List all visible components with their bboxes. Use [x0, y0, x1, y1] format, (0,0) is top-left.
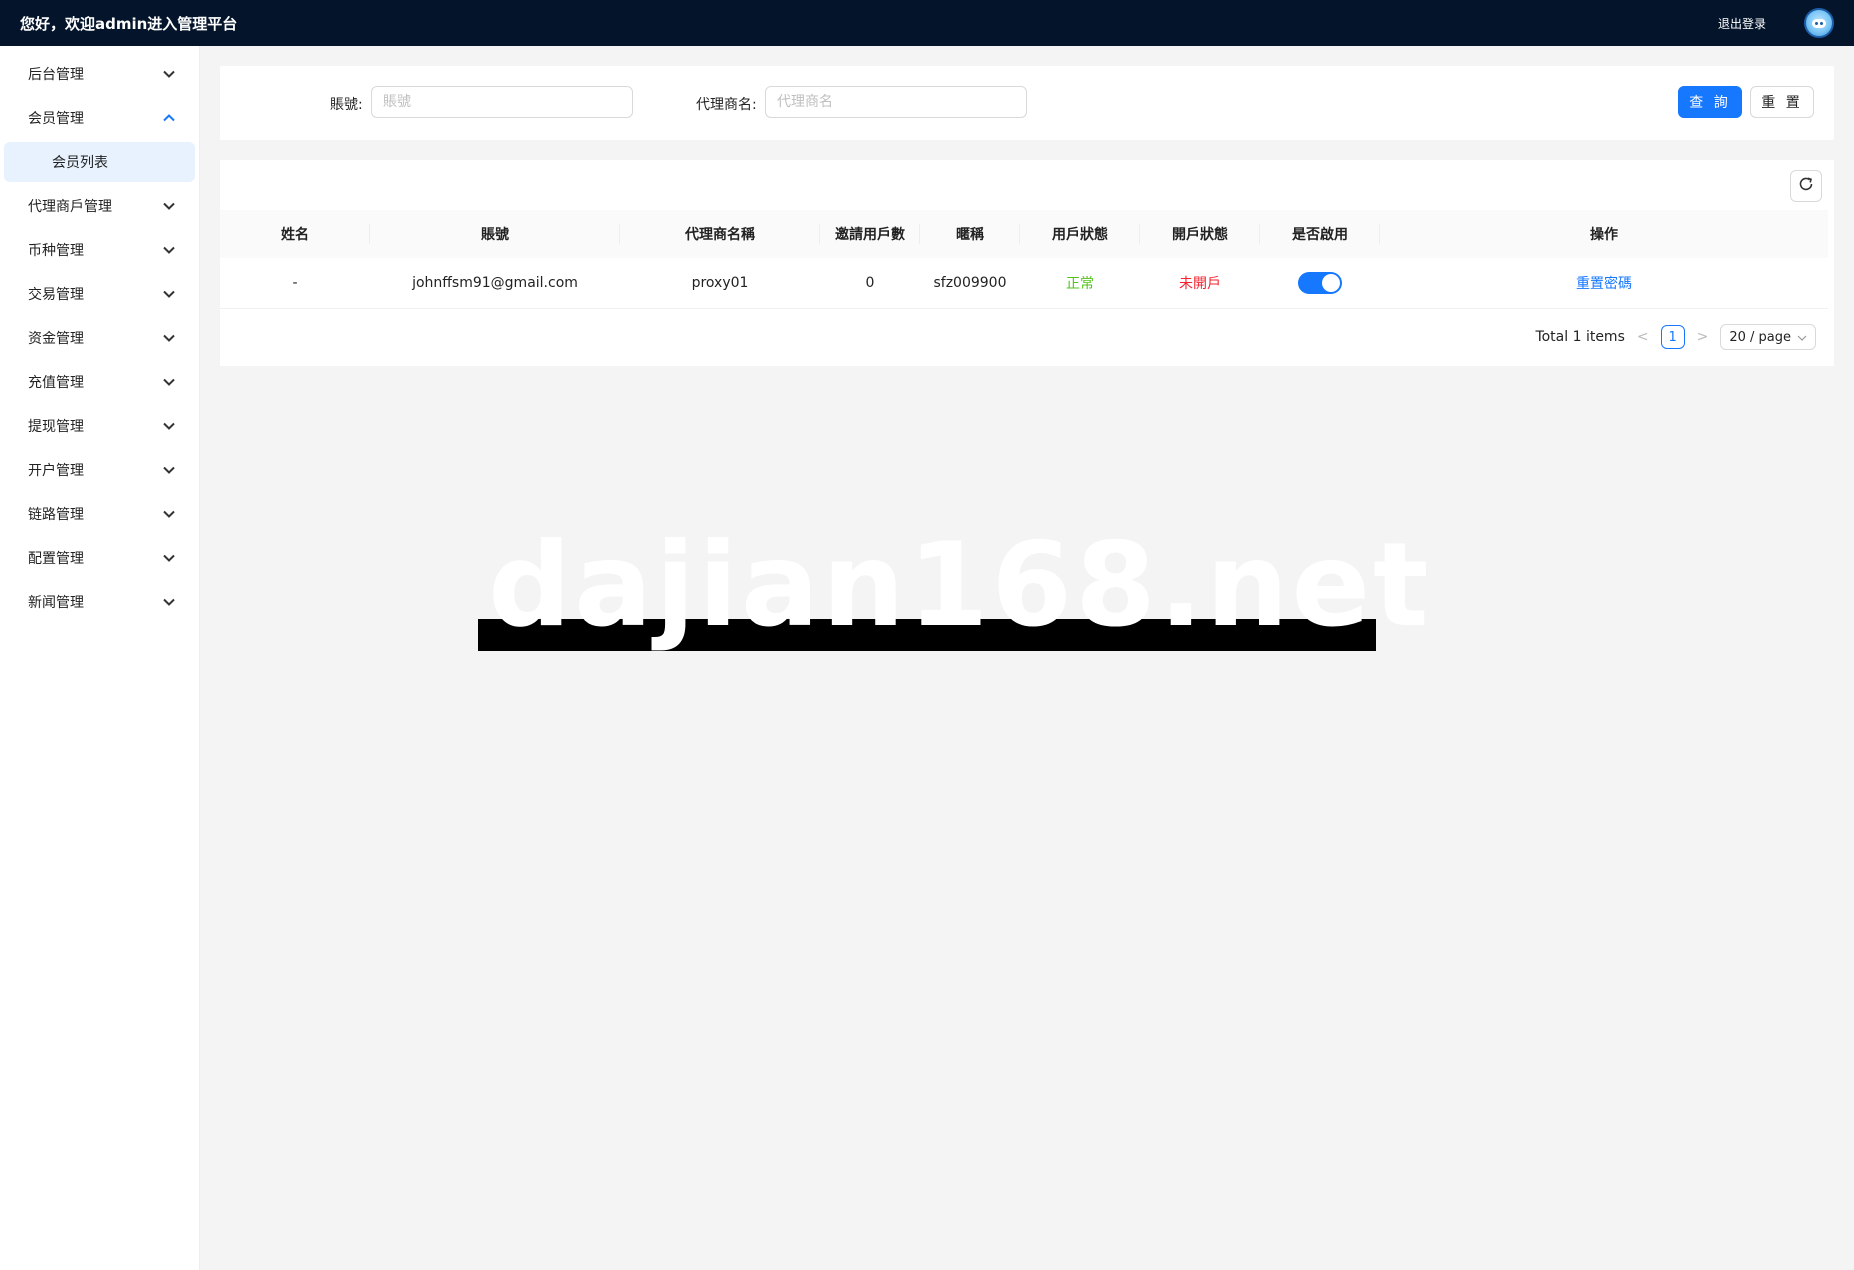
sidebar-item-label: 资金管理: [28, 331, 84, 347]
agent-name-label: 代理商名:: [696, 97, 757, 113]
chevron-down-icon: [163, 466, 175, 474]
sidebar-subitem-member-list[interactable]: 会员列表: [4, 142, 195, 182]
sidebar-item-label: 代理商戶管理: [28, 199, 112, 215]
query-button[interactable]: 查 詢: [1678, 86, 1742, 118]
sidebar-item-label: 后台管理: [28, 67, 84, 83]
watermark-text: dajian168.net: [488, 518, 1432, 653]
chevron-down-icon: [163, 70, 175, 78]
chevron-right-icon[interactable]: >: [1695, 329, 1711, 345]
chevron-down-icon: [163, 202, 175, 210]
sidebar-item-account-opening[interactable]: 开户管理: [0, 448, 199, 492]
welcome-text: 您好，欢迎admin进入管理平台: [20, 14, 238, 33]
sidebar-item-label: 会员管理: [28, 111, 84, 127]
sidebar-item-label: 新闻管理: [28, 595, 84, 611]
page-size-value: 20 / page: [1729, 329, 1791, 345]
chevron-down-icon: [163, 554, 175, 562]
reset-button[interactable]: 重 置: [1750, 86, 1814, 118]
member-table-panel: 姓名 賬號 代理商名稱 邀請用戶數 暱稱 用戶狀態 開戶狀態 是否啟用 操作 -…: [220, 160, 1834, 366]
chevron-down-icon: [163, 290, 175, 298]
cell-nickname: sfz009900: [933, 274, 1007, 291]
cell-agent: proxy01: [691, 274, 749, 291]
refresh-icon: [1798, 176, 1814, 196]
account-input[interactable]: [371, 86, 633, 118]
sidebar-item-label: 提现管理: [28, 419, 84, 435]
top-bar: 您好，欢迎admin进入管理平台 退出登录: [0, 0, 1854, 46]
sidebar-item-withdraw[interactable]: 提现管理: [0, 404, 199, 448]
sidebar-item-currency[interactable]: 币种管理: [0, 228, 199, 272]
column-header-name: 姓名: [220, 210, 370, 258]
cell-invited: 0: [865, 274, 875, 291]
chevron-down-icon: [163, 598, 175, 606]
sidebar-item-trading[interactable]: 交易管理: [0, 272, 199, 316]
sidebar: 后台管理 会员管理 会员列表 代理商戶管理 币种管理 交易管理 资金管理 充值管…: [0, 46, 200, 1270]
column-header-actions: 操作: [1590, 227, 1618, 243]
pagination-total: Total 1 items: [1535, 329, 1625, 345]
sidebar-item-recharge[interactable]: 充值管理: [0, 360, 199, 404]
sidebar-item-label: 充值管理: [28, 375, 84, 391]
chevron-down-icon: [1797, 330, 1807, 345]
cell-account: johnffsm91@gmail.com: [412, 274, 578, 291]
page-size-select[interactable]: 20 / page: [1720, 324, 1816, 350]
sidebar-item-members[interactable]: 会员管理: [0, 96, 199, 140]
top-bar-right: 退出登录: [1718, 8, 1834, 38]
column-header-user-status: 用戶狀態: [1020, 210, 1140, 258]
chevron-down-icon: [163, 378, 175, 386]
sidebar-item-backend[interactable]: 后台管理: [0, 52, 199, 96]
sidebar-item-label: 开户管理: [28, 463, 84, 479]
chevron-down-icon: [163, 246, 175, 254]
column-header-account: 賬號: [370, 210, 620, 258]
pagination: Total 1 items < 1 > 20 / page: [1535, 324, 1816, 350]
sidebar-item-config[interactable]: 配置管理: [0, 536, 199, 580]
column-header-enabled: 是否啟用: [1260, 210, 1380, 258]
chevron-left-icon[interactable]: <: [1635, 329, 1651, 345]
reset-password-link[interactable]: 重置密碼: [1576, 276, 1632, 292]
chevron-down-icon: [163, 510, 175, 518]
sidebar-item-news[interactable]: 新闻管理: [0, 580, 199, 624]
enabled-toggle[interactable]: [1298, 271, 1342, 294]
sidebar-item-label: 配置管理: [28, 551, 84, 567]
column-header-invited-users: 邀請用戶數: [820, 210, 920, 258]
robot-avatar-icon[interactable]: [1804, 8, 1834, 38]
chevron-up-icon: [163, 114, 175, 122]
table-row: - johnffsm91@gmail.com proxy01 0 sfz0099…: [220, 258, 1828, 308]
member-table: 姓名 賬號 代理商名稱 邀請用戶數 暱稱 用戶狀態 開戶狀態 是否啟用 操作 -…: [220, 210, 1828, 309]
agent-name-input[interactable]: [765, 86, 1027, 118]
column-header-agent-name: 代理商名稱: [620, 210, 820, 258]
sidebar-item-funds[interactable]: 资金管理: [0, 316, 199, 360]
table-header-row: 姓名 賬號 代理商名稱 邀請用戶數 暱稱 用戶狀態 開戶狀態 是否啟用 操作: [220, 210, 1828, 258]
sidebar-item-agent-merchants[interactable]: 代理商戶管理: [0, 184, 199, 228]
column-header-nickname: 暱稱: [920, 210, 1020, 258]
cell-enabled: [1260, 258, 1380, 308]
account-label: 賬號:: [330, 97, 363, 113]
sidebar-item-chain[interactable]: 链路管理: [0, 492, 199, 536]
chevron-down-icon: [163, 334, 175, 342]
chevron-down-icon: [163, 422, 175, 430]
pagination-page[interactable]: 1: [1660, 325, 1685, 349]
cell-user-status: 正常: [1066, 275, 1094, 292]
sidebar-item-label: 链路管理: [28, 507, 84, 523]
sidebar-item-label: 交易管理: [28, 287, 84, 303]
column-header-account-status: 開戶狀態: [1140, 210, 1260, 258]
cell-account-status: 未開戶: [1179, 275, 1221, 292]
sidebar-item-label: 币种管理: [28, 243, 84, 259]
cell-name: -: [292, 274, 298, 291]
cell-actions: 重置密碼: [1380, 258, 1828, 308]
filter-panel: 賬號: 代理商名: 查 詢 重 置: [220, 66, 1834, 140]
logout-link[interactable]: 退出登录: [1718, 15, 1766, 32]
refresh-button[interactable]: [1790, 170, 1822, 202]
